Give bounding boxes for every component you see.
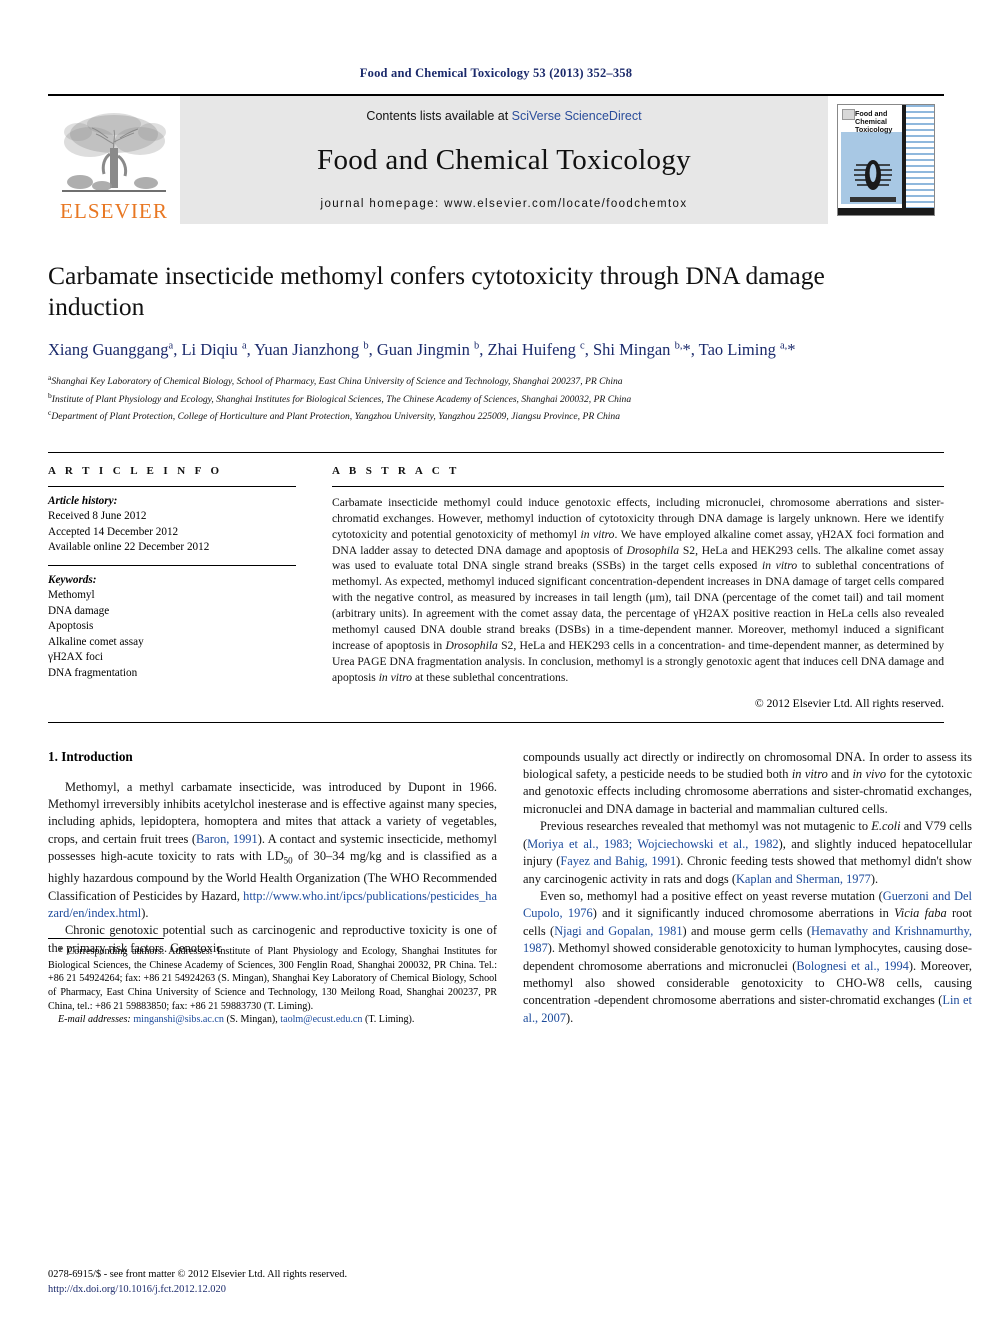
abstract-rule-top bbox=[332, 485, 944, 487]
article-history-accepted: Accepted 14 December 2012 bbox=[48, 525, 179, 538]
intro-paragraph: Methomyl, a methyl carbamate insecticide… bbox=[48, 779, 497, 920]
article-history-online: Available online 22 December 2012 bbox=[48, 541, 210, 554]
cover-title-line-3: Toxicology bbox=[855, 125, 893, 134]
abstract-bottom-rule bbox=[48, 721, 944, 723]
running-head: Food and Chemical Toxicology 53 (2013) 3… bbox=[359, 66, 633, 80]
sciencedirect-link[interactable]: SciVerse ScienceDirect bbox=[512, 109, 642, 123]
elsevier-tree-icon bbox=[58, 108, 170, 200]
body-columns: 1. Introduction Methomyl, a methyl carba… bbox=[48, 749, 972, 1028]
page-footer: 0278-6915/$ - see front matter © 2012 El… bbox=[48, 1268, 497, 1297]
intro-paragraph: compounds usually act directly or indire… bbox=[523, 749, 972, 816]
info-abstract-region: A R T I C L E I N F O Article history: R… bbox=[48, 451, 944, 710]
affiliation-item: cDepartment of Plant Protection, College… bbox=[48, 406, 944, 424]
article-info-column: A R T I C L E I N F O Article history: R… bbox=[48, 465, 296, 710]
elsevier-wordmark: ELSEVIER bbox=[60, 199, 168, 223]
masthead-center: Contents lists available at SciVerse Sci… bbox=[180, 96, 828, 224]
elsevier-logo: ELSEVIER bbox=[48, 96, 180, 224]
cover-emblem-icon bbox=[852, 153, 894, 195]
article-history-received: Received 8 June 2012 bbox=[48, 510, 147, 523]
title-block: Carbamate insecticide methomyl confers c… bbox=[48, 260, 944, 424]
affiliation-text: Institute of Plant Physiology and Ecolog… bbox=[51, 393, 632, 405]
keyword-item: DNA damage bbox=[48, 604, 110, 617]
journal-title: Food and Chemical Toxicology bbox=[317, 144, 691, 176]
article-history-label: Article history: bbox=[48, 494, 118, 507]
article-info-heading: A R T I C L E I N F O bbox=[48, 464, 223, 477]
affiliation-item: bInstitute of Plant Physiology and Ecolo… bbox=[48, 389, 944, 407]
cover-caption-bar bbox=[850, 197, 896, 202]
cover-stripes bbox=[906, 105, 934, 215]
page-title: Carbamate insecticide methomyl confers c… bbox=[48, 261, 825, 321]
intro-paragraph: Previous researches revealed that methom… bbox=[523, 819, 972, 886]
introduction-heading: 1. Introduction bbox=[48, 748, 133, 764]
abstract-copyright: © 2012 Elsevier Ltd. All rights reserved… bbox=[754, 696, 944, 710]
cover-image: Food and Chemical Toxicology bbox=[837, 104, 935, 216]
author-list: Xiang Guangganga, Li Diqiu a, Yuan Jianz… bbox=[48, 340, 796, 359]
abstract-column: A B S T R A C T Carbamate insecticide me… bbox=[332, 465, 944, 710]
intro-paragraph: Even so, methomyl had a positive effect … bbox=[523, 888, 973, 1025]
affiliation-list: aShanghai Key Laboratory of Chemical Bio… bbox=[48, 371, 944, 424]
doi-link[interactable]: http://dx.doi.org/10.1016/j.fct.2012.12.… bbox=[48, 1283, 497, 1297]
keyword-item: Alkaline comet assay bbox=[48, 635, 144, 648]
abstract-text: Carbamate insecticide methomyl could ind… bbox=[332, 495, 944, 684]
email-footnote: E-mail addresses: minganshi@sibs.ac.cn (… bbox=[58, 1014, 415, 1026]
keyword-item: Methomyl bbox=[48, 589, 95, 602]
contents-prefix: Contents lists available at bbox=[366, 109, 512, 123]
cover-foot-bar bbox=[838, 208, 934, 215]
footnote-area: * Corresponding authors. Addresses: Inst… bbox=[48, 937, 497, 1027]
right-column: compounds usually act directly or indire… bbox=[523, 749, 972, 1028]
keywords-label: Keywords: bbox=[48, 573, 97, 586]
footnote-rule bbox=[48, 937, 164, 939]
journal-cover-thumbnail: Food and Chemical Toxicology bbox=[828, 96, 944, 224]
affiliation-text: Department of Plant Protection, College … bbox=[51, 411, 621, 423]
cover-title-text: Food and Chemical Toxicology bbox=[855, 110, 892, 134]
article-page: Food and Chemical Toxicology 53 (2013) 3… bbox=[0, 0, 992, 1323]
keyword-item: Apoptosis bbox=[48, 620, 94, 633]
issn-line: 0278-6915/$ - see front matter © 2012 El… bbox=[48, 1269, 348, 1281]
journal-homepage-link[interactable]: journal homepage: www.elsevier.com/locat… bbox=[321, 198, 688, 210]
article-history-group: Article history: Received 8 June 2012 Ac… bbox=[48, 487, 296, 565]
cover-chip-icon bbox=[842, 109, 855, 120]
contents-available-line: Contents lists available at SciVerse Sci… bbox=[366, 109, 641, 123]
abstract-heading: A B S T R A C T bbox=[332, 464, 460, 477]
affiliation-item: aShanghai Key Laboratory of Chemical Bio… bbox=[48, 371, 944, 389]
affiliation-text: Shanghai Key Laboratory of Chemical Biol… bbox=[51, 376, 623, 388]
keywords-group: Keywords: Methomyl DNA damage Apoptosis … bbox=[48, 566, 296, 691]
corresponding-author-footnote: * Corresponding authors. Addresses: Inst… bbox=[48, 945, 497, 1012]
keyword-item: γH2AX foci bbox=[48, 651, 103, 664]
keyword-item: DNA fragmentation bbox=[48, 666, 138, 679]
left-column: 1. Introduction Methomyl, a methyl carba… bbox=[48, 749, 497, 1028]
journal-masthead: ELSEVIER Contents lists available at Sci… bbox=[48, 94, 944, 224]
